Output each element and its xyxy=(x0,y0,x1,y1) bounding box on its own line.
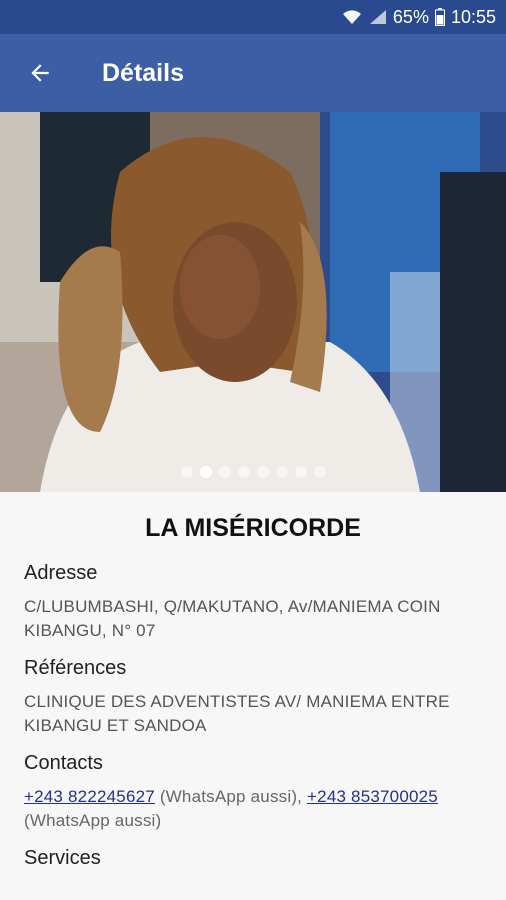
wifi-icon xyxy=(341,8,363,26)
contacts-text: +243 822245627 (WhatsApp aussi), +243 85… xyxy=(24,785,482,833)
carousel-dot[interactable] xyxy=(275,466,288,478)
contacts-label: Contacts xyxy=(24,752,103,774)
carousel-dot[interactable] xyxy=(256,466,269,478)
address-label: Adresse xyxy=(24,562,98,584)
services-label: Services xyxy=(24,847,101,869)
app-bar: Détails xyxy=(0,34,506,112)
photo-carousel[interactable] xyxy=(0,112,506,492)
references-text: CLINIQUE DES ADVENTISTES AV/ MANIEMA ENT… xyxy=(24,692,450,735)
carousel-dot[interactable] xyxy=(180,466,193,478)
carousel-dot[interactable] xyxy=(199,466,212,478)
carousel-dot[interactable] xyxy=(294,466,307,478)
photo-woman xyxy=(0,112,506,492)
carousel-dot[interactable] xyxy=(218,466,231,478)
battery-percent: 65% xyxy=(392,6,429,27)
page-title: Détails xyxy=(102,58,184,87)
status-bar: 65% 10:55 xyxy=(0,0,506,34)
place-name: LA MISÉRICORDE xyxy=(145,514,361,542)
back-button[interactable] xyxy=(20,53,60,93)
signal-icon xyxy=(369,9,387,25)
clock: 10:55 xyxy=(450,6,496,27)
arrow-back-icon xyxy=(31,64,49,82)
references-label: Références xyxy=(24,657,127,679)
contact-note: (WhatsApp aussi) xyxy=(24,811,162,830)
contact-note: (WhatsApp aussi), xyxy=(154,787,308,806)
details-content: LA MISÉRICORDE Adresse C/LUBUMBASHI, Q/M… xyxy=(0,492,506,900)
phone-link[interactable]: +243 853700025 xyxy=(307,787,438,806)
carousel-dot[interactable] xyxy=(313,466,326,478)
carousel-indicator xyxy=(0,466,506,478)
address-text: C/LUBUMBASHI, Q/MAKUTANO, Av/MANIEMA COI… xyxy=(24,597,441,640)
phone-link[interactable]: +243 822245627 xyxy=(24,787,155,806)
carousel-dot[interactable] xyxy=(237,466,250,478)
battery-icon xyxy=(434,8,445,26)
